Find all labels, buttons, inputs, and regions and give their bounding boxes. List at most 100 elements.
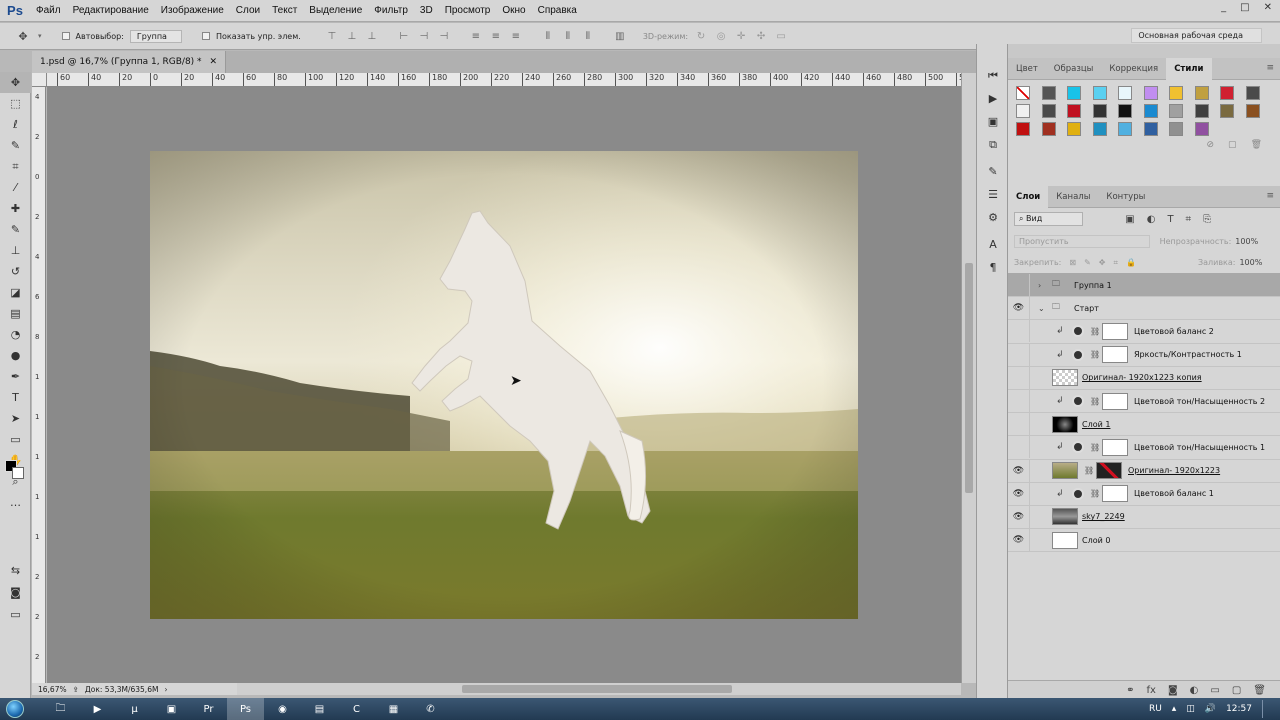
style-swatch[interactable] <box>1092 104 1107 118</box>
brush-icon[interactable]: ✎ <box>977 160 1009 183</box>
blend-mode-dropdown[interactable]: Пропустить <box>1014 234 1150 248</box>
filter-smart-icon[interactable]: ⎘ <box>1203 214 1211 225</box>
quick-mask-icon[interactable]: ◙ <box>0 582 31 603</box>
lock-position-icon[interactable]: ✥ <box>1099 258 1106 267</box>
clear-style-icon[interactable]: ⊘ <box>1207 140 1215 158</box>
align-top-icon[interactable]: ⊤ <box>325 29 339 43</box>
move-tool-preset-icon[interactable]: ✥ <box>14 27 32 45</box>
layer-mask-thumbnail[interactable] <box>1096 462 1122 480</box>
layer-row[interactable]: ↲ ⛓ Яркость/Контрастность 1 <box>1008 343 1280 367</box>
eyedropper-tool-icon[interactable]: ⁄ <box>0 177 31 198</box>
distribute-top-icon[interactable]: ≡ <box>469 29 483 43</box>
switch-colors-icon[interactable]: ⇆ <box>0 560 31 581</box>
auto-align-icon[interactable]: ▥ <box>613 29 627 43</box>
canvas-area[interactable]: ➤ <box>47 87 961 683</box>
3d-roll-icon[interactable]: ◎ <box>714 29 728 43</box>
eye-icon[interactable]: 👁 <box>1008 459 1030 482</box>
new-layer-icon[interactable]: ▢ <box>1232 685 1241 696</box>
menu-item-10[interactable]: Справка <box>532 0 583 22</box>
style-swatch[interactable] <box>1245 86 1260 100</box>
add-mask-icon[interactable]: ◙ <box>1168 685 1178 696</box>
visibility-toggle[interactable] <box>1008 390 1030 413</box>
language-indicator[interactable]: RU <box>1149 704 1162 714</box>
lock-artboard-icon[interactable]: ⌗ <box>1113 258 1118 268</box>
zoom-level[interactable]: 16,67% <box>38 685 67 694</box>
distribute-vcenter-icon[interactable]: ≡ <box>489 29 503 43</box>
layers-menu-icon[interactable]: ≡ <box>1266 191 1274 201</box>
align-left-icon[interactable]: ⊢ <box>397 29 411 43</box>
style-swatch[interactable] <box>1041 104 1056 118</box>
document-size[interactable]: Док: 53,3M/635,6M <box>85 685 159 694</box>
blur-tool-icon[interactable]: ◔ <box>0 324 31 345</box>
autoselect-dropdown[interactable]: Группа <box>129 29 182 43</box>
style-swatch[interactable] <box>1245 104 1260 118</box>
layer-row[interactable]: Оригинал- 1920x1223 копия <box>1008 366 1280 390</box>
fx-icon[interactable]: fx <box>1147 685 1156 696</box>
style-swatch[interactable] <box>1118 104 1132 118</box>
filter-shape-icon[interactable]: ⌗ <box>1186 214 1192 225</box>
camtasia-app-icon[interactable]: C <box>338 698 375 720</box>
layer-name[interactable]: Группа 1 <box>1074 281 1112 290</box>
export-icon[interactable]: ⇪ <box>73 685 79 694</box>
layer-name[interactable]: Оригинал- 1920x1223 <box>1128 466 1220 475</box>
filter-adjust-icon[interactable]: ◐ <box>1147 214 1156 225</box>
horizontal-scrollbar[interactable] <box>237 683 961 695</box>
layer-name[interactable]: Оригинал- 1920x1223 копия <box>1082 373 1202 382</box>
3d-pan-icon[interactable]: ✛ <box>734 29 748 43</box>
delete-layer-icon[interactable]: 🗑 <box>1253 685 1266 696</box>
eye-icon[interactable]: 👁 <box>1008 529 1030 552</box>
eraser-tool-icon[interactable]: ◪ <box>0 282 31 303</box>
layer-thumbnail[interactable] <box>1052 415 1078 433</box>
opacity-value[interactable]: 100% <box>1235 237 1258 246</box>
photoshop-app-icon[interactable]: Ps <box>227 698 264 720</box>
start-button[interactable] <box>0 698 30 720</box>
visibility-toggle[interactable] <box>1008 343 1030 366</box>
tray-expand-icon[interactable]: ▴ <box>1172 704 1177 714</box>
style-swatch[interactable] <box>1092 86 1107 100</box>
vertical-ruler[interactable]: 4 2 0 2 4 6 8 1 1 1 1 1 2 2 2 <box>32 87 46 683</box>
align-hcenter-icon[interactable]: ⊣ <box>417 29 431 43</box>
layer-row[interactable]: ↲ ⛓ Цветовой баланс 2 <box>1008 320 1280 344</box>
layer-row[interactable]: 👁 ⌄ 🗀 Старт <box>1008 297 1280 321</box>
menu-item-6[interactable]: Фильтр <box>368 0 414 22</box>
clock[interactable]: 12:57 <box>1226 704 1252 714</box>
style-swatch[interactable] <box>1194 122 1209 136</box>
visibility-toggle[interactable] <box>1008 320 1030 343</box>
style-swatch[interactable] <box>1143 122 1158 136</box>
align-bottom-icon[interactable]: ⊥ <box>365 29 379 43</box>
group-expand-icon[interactable]: ⌄ <box>1038 304 1048 313</box>
layer-name[interactable]: sky7_2249 <box>1082 512 1125 521</box>
maximize-button[interactable]: □ <box>1240 2 1249 13</box>
vertical-scroll-thumb[interactable] <box>965 263 973 493</box>
eye-icon[interactable]: 👁 <box>1008 482 1030 505</box>
distribute-left-icon[interactable]: ⫴ <box>541 29 555 43</box>
show-controls-checkbox[interactable] <box>201 32 210 40</box>
layer-name[interactable]: Яркость/Контрастность 1 <box>1134 350 1242 359</box>
3d-rotate-icon[interactable]: ↻ <box>694 29 708 43</box>
layer-mask-thumbnail[interactable] <box>1102 322 1128 340</box>
filter-pixel-icon[interactable]: ▣ <box>1125 214 1134 225</box>
minimize-button[interactable]: _ <box>1221 2 1226 13</box>
tab-styles[interactable]: Стили <box>1166 57 1212 80</box>
chevron-down-icon[interactable]: ▾ <box>38 32 42 40</box>
style-swatch[interactable] <box>1067 104 1081 118</box>
style-swatch[interactable] <box>1194 86 1209 100</box>
brush-presets-icon[interactable]: ☰ <box>977 183 1009 206</box>
document-tab[interactable]: 1.psd @ 16,7% (Группа 1, RGB/8) * ✕ <box>32 51 227 73</box>
layer-thumbnail[interactable] <box>1052 508 1078 526</box>
adjust-icon[interactable]: ⚙ <box>977 206 1009 229</box>
menu-item-3[interactable]: Слои <box>230 0 266 22</box>
tab-swatches[interactable]: Образцы <box>1046 58 1102 80</box>
close-button[interactable]: ✕ <box>1264 2 1272 13</box>
layer-row[interactable]: 👁 sky7_2249 <box>1008 505 1280 530</box>
brush-tool-icon[interactable]: ✎ <box>0 219 31 240</box>
layer-mask-thumbnail[interactable] <box>1102 438 1128 456</box>
filter-type-icon[interactable]: T <box>1167 214 1173 225</box>
distribute-right-icon[interactable]: ⫴ <box>581 29 595 43</box>
layer-name[interactable]: Цветовой баланс 2 <box>1134 327 1214 336</box>
eye-icon[interactable]: 👁 <box>1008 505 1030 528</box>
style-swatch[interactable] <box>1092 122 1107 136</box>
style-swatch[interactable] <box>1118 86 1132 100</box>
calculator-app-icon[interactable]: ▦ <box>375 698 412 720</box>
lasso-tool-icon[interactable]: ℓ <box>0 114 31 135</box>
